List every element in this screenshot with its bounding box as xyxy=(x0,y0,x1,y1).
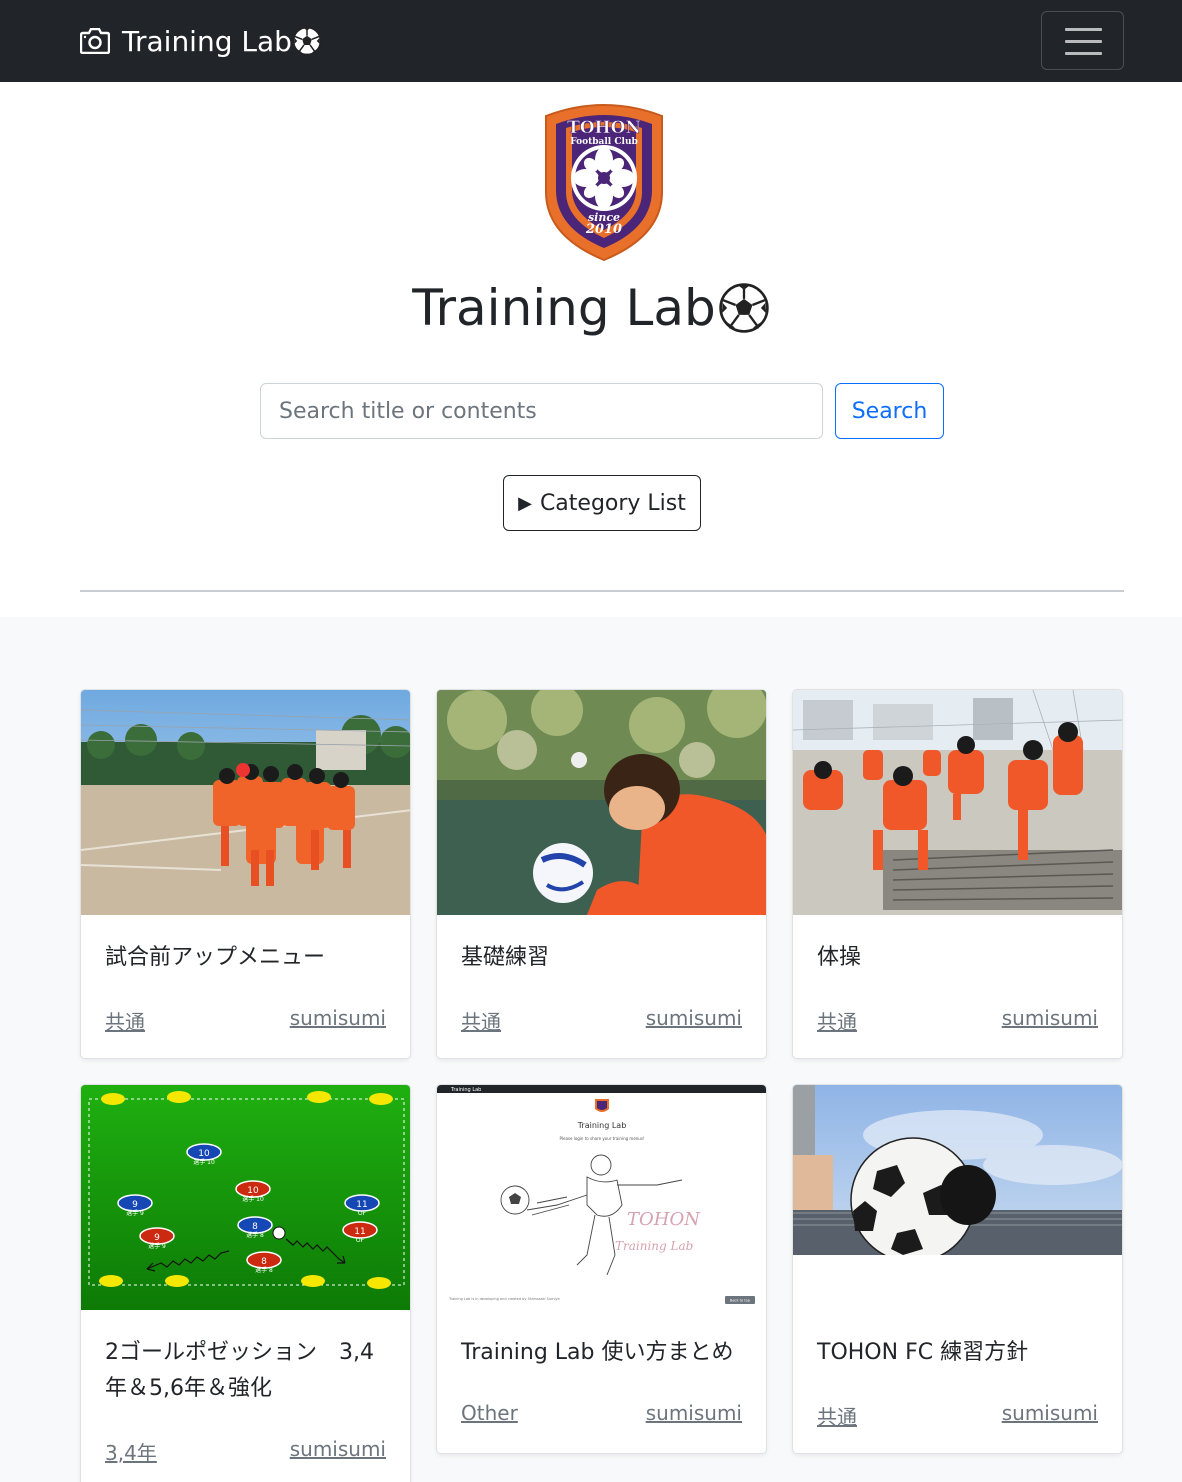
player-number: 11 xyxy=(354,1227,365,1237)
child-with-ball-photo xyxy=(437,690,766,915)
player-label: 選手 10 xyxy=(242,1195,264,1203)
player-label: 選手 9 xyxy=(126,1209,144,1217)
hero-section: TOHON Football Club since 2010 Training … xyxy=(0,82,1182,617)
post-author-link[interactable]: sumisumi xyxy=(1002,1401,1098,1425)
soccer-ball-icon xyxy=(292,26,322,56)
post-card[interactable]: Training Lab Training Lab Please login t… xyxy=(436,1084,767,1454)
player-number: 8 xyxy=(261,1257,267,1267)
post-author-link[interactable]: sumisumi xyxy=(646,1006,742,1030)
player-label: 選手 9 xyxy=(148,1242,166,1250)
team-huddle-photo xyxy=(81,690,410,915)
logo-text-tohon: TOHON xyxy=(567,118,641,138)
logo-text-club: Football Club xyxy=(570,137,638,147)
tactics-board-diagram: 10選手 10 10選手 10 9選手 9 11OF 8選手 8 11OF 9選… xyxy=(81,1085,410,1310)
screenshot-title-text: Training Lab xyxy=(577,1121,627,1130)
page-title-text: Training Lab xyxy=(412,279,716,337)
camera-icon xyxy=(80,28,110,54)
screenshot-signature-2: Training Lab xyxy=(615,1239,693,1253)
player-number: 10 xyxy=(198,1149,210,1159)
triangle-right-icon: ▶ xyxy=(518,492,532,514)
post-author-link[interactable]: sumisumi xyxy=(290,1006,386,1030)
player-number: 10 xyxy=(247,1186,259,1196)
post-category-link[interactable]: Other xyxy=(461,1401,518,1425)
player-label: 選手 8 xyxy=(255,1266,273,1274)
post-card[interactable]: 10 選手 10 10 選手 10 9 選手 9 11 OF 8 選手 8 11 OF 9選… xyxy=(80,1084,411,1482)
post-card[interactable]: 体操 共通 sumisumi xyxy=(792,689,1123,1059)
hamburger-menu-icon xyxy=(1065,28,1102,31)
top-navbar: Training Lab xyxy=(0,0,1182,82)
ball-sky-photo xyxy=(793,1085,1122,1255)
stretching-photo xyxy=(793,690,1122,915)
category-list-label: Category List xyxy=(539,490,686,516)
post-title[interactable]: Training Lab 使い方まとめ xyxy=(461,1335,734,1371)
post-category-link[interactable]: 共通 xyxy=(817,1401,857,1430)
player-label: 選手 10 xyxy=(193,1158,215,1166)
post-title[interactable]: 体操 xyxy=(817,940,861,976)
post-card[interactable]: 基礎練習 共通 sumisumi xyxy=(436,689,767,1059)
post-category-link[interactable]: 共通 xyxy=(817,1006,857,1035)
post-card[interactable]: 試合前アップメニュー 共通 sumisumi xyxy=(80,689,411,1059)
post-author-link[interactable]: sumisumi xyxy=(646,1401,742,1425)
player-label: OF xyxy=(356,1237,365,1244)
app-screenshot: Training Lab Training Lab Please login t… xyxy=(437,1085,766,1310)
post-card[interactable]: TOHON FC 練習方針 共通 sumisumi xyxy=(792,1084,1123,1454)
post-grid: 試合前アップメニュー 共通 sumisumi 基礎練習 共通 sumisumi xyxy=(0,617,1182,1482)
soccer-ball-icon xyxy=(719,283,769,333)
hamburger-line xyxy=(1065,52,1102,55)
player-number: 9 xyxy=(132,1200,138,1210)
post-title[interactable]: 2ゴールポゼッション 3,4年＆5,6年＆強化 xyxy=(105,1335,390,1407)
screenshot-button-text: Back to top xyxy=(730,1299,751,1303)
player-label: 選手 8 xyxy=(246,1231,264,1239)
screenshot-subtitle-text: Please login to share your training menu… xyxy=(559,1136,644,1141)
screenshot-footer-text: Training Lab is in developing and create… xyxy=(448,1297,560,1301)
screenshot-signature: TOHON xyxy=(627,1209,701,1230)
hamburger-line xyxy=(1065,40,1102,43)
screenshot-header-text: Training Lab xyxy=(450,1087,481,1093)
navbar-toggle-button[interactable] xyxy=(1041,11,1124,70)
page-title: Training Lab xyxy=(0,277,1182,339)
post-title[interactable]: 試合前アップメニュー xyxy=(105,940,325,976)
navbar-brand[interactable]: Training Lab xyxy=(80,22,322,60)
post-author-link[interactable]: sumisumi xyxy=(1002,1006,1098,1030)
post-author-link[interactable]: sumisumi xyxy=(290,1437,386,1461)
search-button[interactable]: Search xyxy=(835,383,944,439)
post-title[interactable]: TOHON FC 練習方針 xyxy=(817,1335,1028,1371)
player-number: 9 xyxy=(154,1233,160,1243)
player-number: 8 xyxy=(252,1222,258,1232)
category-list-button[interactable]: ▶ Category List xyxy=(503,475,701,531)
post-category-link[interactable]: 共通 xyxy=(105,1006,145,1035)
player-number: 11 xyxy=(356,1200,367,1210)
post-category-link[interactable]: 3,4年 xyxy=(105,1437,157,1466)
divider xyxy=(80,590,1124,592)
brand-text: Training Lab xyxy=(122,24,292,58)
post-title[interactable]: 基礎練習 xyxy=(461,940,549,976)
logo-text-year: 2010 xyxy=(585,222,622,237)
tohon-fc-logo: TOHON Football Club since 2010 xyxy=(545,104,663,262)
player-label: OF xyxy=(358,1210,367,1217)
post-category-link[interactable]: 共通 xyxy=(461,1006,501,1035)
search-input[interactable] xyxy=(260,383,823,439)
